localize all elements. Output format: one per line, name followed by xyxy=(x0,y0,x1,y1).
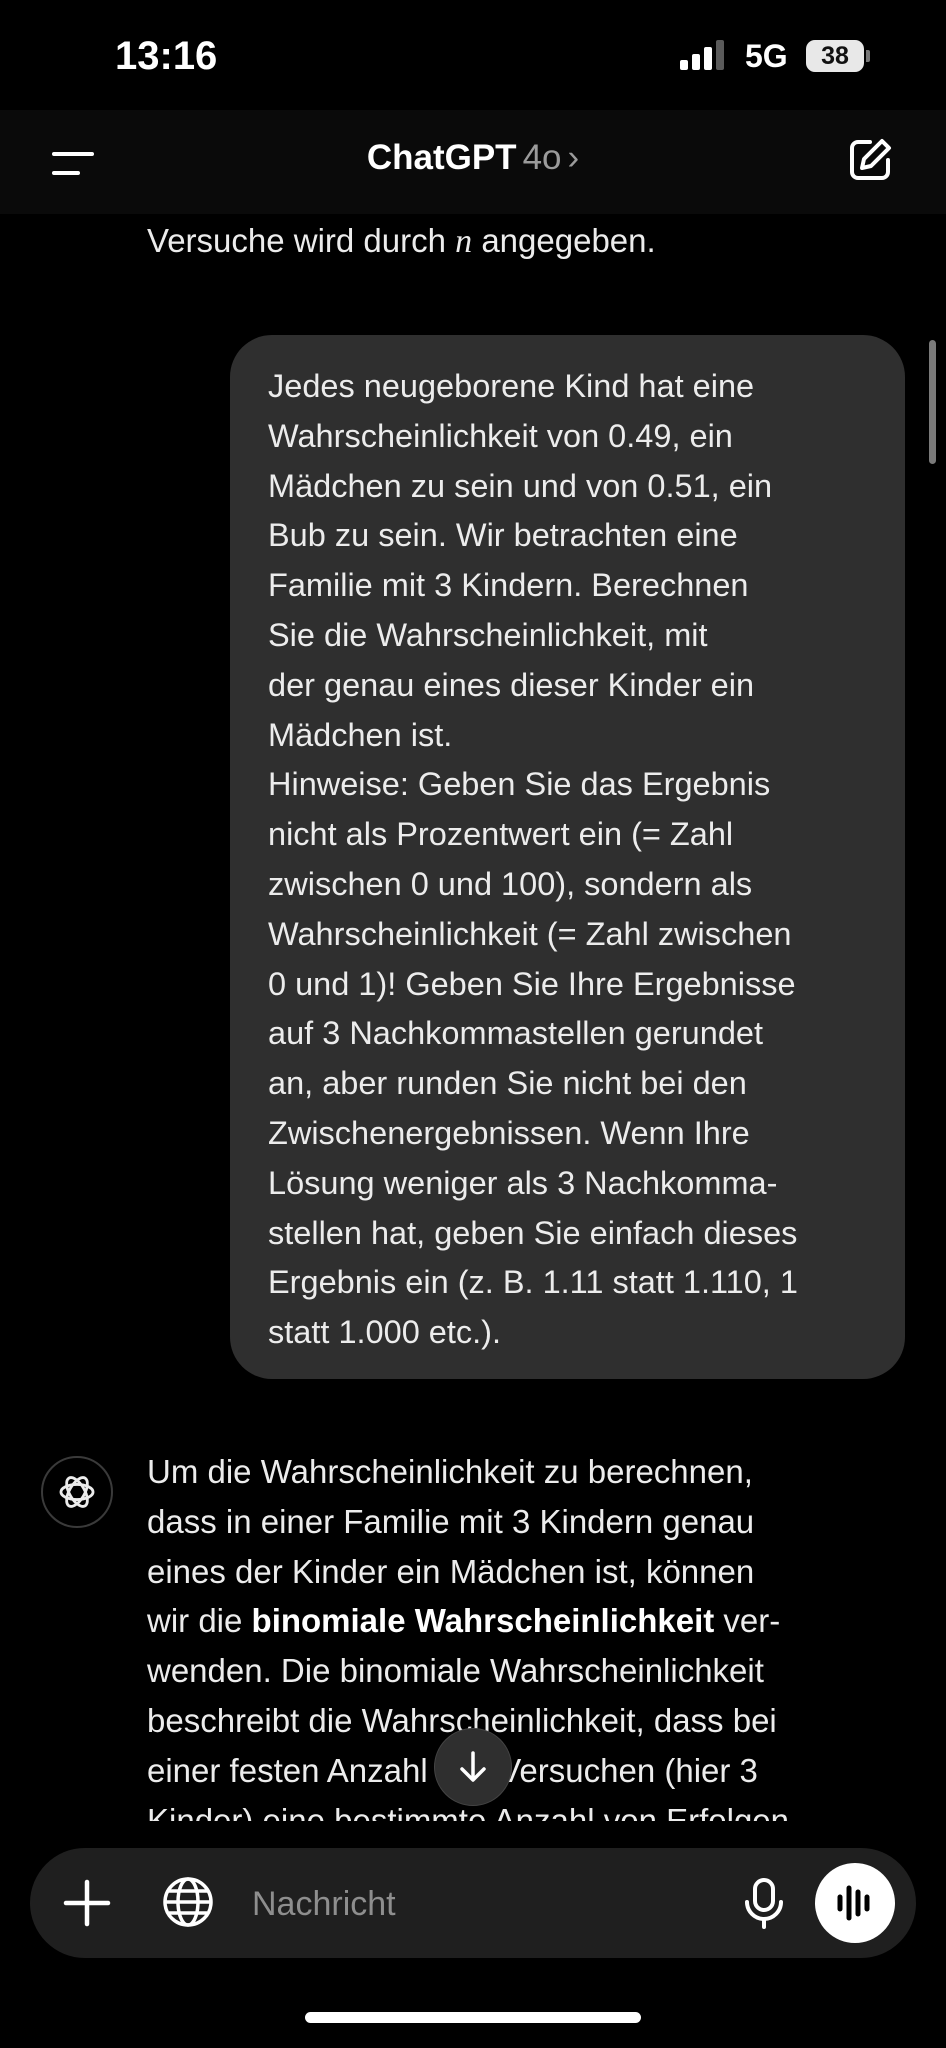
assistant-line: dass in einer Familie mit 3 Kindern gena… xyxy=(147,1502,755,1540)
previous-message-text: Versuche wird durch n angegeben. xyxy=(147,222,656,261)
composer-bar xyxy=(30,1848,916,1958)
user-message-line: der genau eines dieser Kinder ein xyxy=(268,666,755,703)
globe-icon[interactable] xyxy=(160,1874,216,1930)
battery-level: 38 xyxy=(806,40,864,72)
battery-icon: 38 xyxy=(806,40,870,72)
assistant-line: eines der Kinder ein Mädchen ist, können xyxy=(147,1552,755,1590)
user-message-line: Zwischenergebnissen. Wenn Ihre xyxy=(268,1114,750,1151)
app-title: ChatGPT xyxy=(366,138,517,177)
user-message-line: Mädchen zu sein und von 0.51, ein xyxy=(268,467,773,504)
chevron-right-icon: › xyxy=(567,138,580,177)
assistant-line-part: ver- xyxy=(714,1602,781,1640)
user-message-line: Familie mit 3 Kindern. Berechnen xyxy=(268,567,749,604)
assistant-bold-term: binomiale Wahrscheinlichkeit xyxy=(251,1602,715,1640)
user-message-line: Lösung weniger als 3 Nachkomma- xyxy=(268,1164,778,1201)
status-time: 13:16 xyxy=(115,34,218,78)
user-message-line: Mädchen ist. xyxy=(268,716,453,753)
assistant-line-part: wir die xyxy=(147,1602,252,1640)
signal-icon xyxy=(680,40,724,70)
user-message-line: Hinweise: Geben Sie das Ergebnis xyxy=(268,766,771,803)
status-bar: 13:16 5G 38 xyxy=(0,0,946,110)
user-message-bubble: Jedes neugeborene Kind hat eine Wahrsche… xyxy=(230,335,905,1379)
model-selector[interactable]: ChatGPT 4o › xyxy=(0,138,946,178)
microphone-icon[interactable] xyxy=(736,1874,792,1932)
user-message-line: Wahrscheinlichkeit von 0.49, ein xyxy=(268,417,733,454)
user-message-line: statt 1.000 etc.). xyxy=(268,1314,502,1351)
math-variable: n xyxy=(455,223,473,260)
scrollbar-thumb[interactable] xyxy=(929,340,936,464)
user-message-line: nicht als Prozentwert ein (= Zahl xyxy=(268,816,734,853)
arrow-down-icon xyxy=(460,1751,486,1782)
openai-logo-icon xyxy=(41,1456,113,1528)
user-message-line: zwischen 0 und 100), sondern als xyxy=(268,865,753,902)
home-indicator xyxy=(305,2012,641,2023)
scroll-down-button[interactable] xyxy=(434,1728,512,1806)
assistant-line: wenden. Die binomiale Wahrscheinlichkeit xyxy=(147,1652,764,1690)
user-message-line: an, aber runden Sie nicht bei den xyxy=(268,1065,747,1102)
user-message-line: Wahrscheinlichkeit (= Zahl zwischen xyxy=(268,915,792,952)
network-type: 5G xyxy=(745,38,788,74)
message-input[interactable] xyxy=(250,1876,734,1932)
previous-text-before: Versuche wird durch xyxy=(147,222,456,259)
user-message-line: Sie die Wahrscheinlichkeit, mit xyxy=(268,616,708,653)
user-message-line: Bub zu sein. Wir betrachten eine xyxy=(268,517,738,554)
nav-bar: ChatGPT 4o › xyxy=(0,110,946,214)
voice-waveform-icon xyxy=(837,1885,870,1921)
assistant-line: wir die binomiale Wahrscheinlichkeit ver… xyxy=(147,1596,867,1646)
voice-mode-button[interactable] xyxy=(815,1863,895,1943)
user-message-line: 0 und 1)! Geben Sie Ihre Ergebnisse xyxy=(268,965,796,1002)
plus-icon[interactable] xyxy=(60,1876,114,1930)
previous-text-after: angegeben. xyxy=(472,222,656,259)
user-message-line: Ergebnis ein (z. B. 1.11 statt 1.110, 1 xyxy=(268,1264,798,1301)
assistant-line: Um die Wahrscheinlichkeit zu berechnen, xyxy=(147,1453,753,1490)
battery-tip xyxy=(866,50,870,62)
user-message-line: stellen hat, geben Sie einfach dieses xyxy=(268,1214,798,1251)
user-message-line: Jedes neugeborene Kind hat eine xyxy=(268,368,755,404)
model-name: 4o xyxy=(522,138,562,177)
new-chat-icon[interactable] xyxy=(846,136,894,184)
user-message-line: auf 3 Nachkommastellen gerundet xyxy=(268,1015,764,1052)
